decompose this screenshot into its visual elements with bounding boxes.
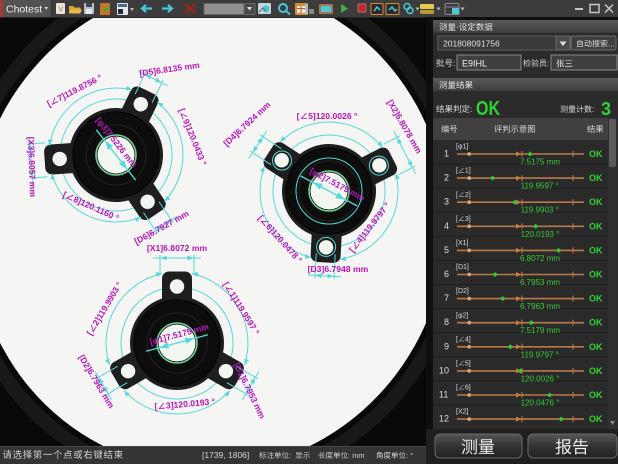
svg-text:·: · [456,22,459,32]
svg-text:OK: OK [589,318,603,328]
svg-text:3: 3 [601,99,611,119]
svg-text:[: [ [456,361,458,368]
svg-text:OK: OK [589,390,603,400]
svg-text:OK: OK [476,97,500,119]
svg-text:[D2]: [D2] [456,288,469,295]
svg-text:: mm: : mm [348,451,365,460]
svg-text:5]120.0026 °: 5]120.0026 ° [308,111,358,121]
svg-text:2]: 2] [465,192,471,199]
svg-text:[: [ [456,336,458,343]
svg-text:119.9597 °: 119.9597 ° [521,182,559,191]
svg-text:119.9903 °: 119.9903 ° [521,206,559,215]
svg-text:OK: OK [589,149,603,159]
svg-text:E9IHL: E9IHL [462,59,487,69]
svg-text:5: 5 [444,245,449,255]
svg-text:3]: 3] [465,216,471,223]
svg-text:4]: 4] [465,336,471,343]
svg-text:[D1]: [D1] [456,264,469,271]
svg-text:[X1]: [X1] [456,240,469,247]
svg-text:V: V [59,7,64,14]
svg-text:[D3]6.7948 mm: [D3]6.7948 mm [308,264,369,274]
svg-text:OK: OK [589,270,603,280]
svg-text:120.0476 °: 120.0476 ° [521,399,560,408]
svg-text:3: 3 [444,197,449,207]
svg-text:: °: : ° [406,451,413,460]
svg-text:6]: 6] [465,385,471,392]
svg-text:OK: OK [589,414,603,424]
svg-text:1: 1 [444,149,449,159]
svg-text:7.5179 mm: 7.5179 mm [520,326,560,335]
svg-text:OK: OK [589,342,603,352]
svg-text:1]: 1] [465,168,471,175]
svg-text:120.0193 °: 120.0193 ° [521,230,560,239]
svg-text:6: 6 [444,269,449,279]
svg-text::: : [453,58,455,68]
svg-text:[X2]: [X2] [456,409,469,416]
svg-text::: : [470,104,472,114]
svg-text:OK: OK [589,221,603,231]
svg-text::: : [289,451,291,460]
svg-text:12: 12 [439,414,449,424]
svg-text:5]: 5] [465,361,471,368]
svg-text:201808091756: 201808091756 [443,39,500,49]
svg-text:10: 10 [439,365,449,375]
svg-text:[: [ [297,111,300,121]
svg-text:8: 8 [444,317,449,327]
svg-text:7: 7 [444,293,449,303]
svg-text:119.9797 °: 119.9797 ° [521,350,559,359]
svg-text:9: 9 [444,341,449,351]
svg-text:[: [ [456,216,458,223]
svg-text:OK: OK [589,366,603,376]
svg-text:[φ2]: [φ2] [456,312,468,319]
svg-text:6.8072 mm: 6.8072 mm [520,254,560,263]
svg-text:OK: OK [589,245,603,255]
svg-text:OK: OK [589,197,603,207]
svg-text:[: [ [456,385,458,392]
svg-text:[X3]6.8057 mm: [X3]6.8057 mm [26,137,38,198]
svg-text:6.7963 mm: 6.7963 mm [520,302,560,311]
svg-text:...: ... [608,40,615,49]
svg-text:[X1]6.8072 mm: [X1]6.8072 mm [147,243,208,253]
svg-text:Chotest: Chotest [6,4,42,16]
svg-text:2: 2 [444,173,449,183]
svg-text:7.5175 mm: 7.5175 mm [520,158,560,167]
svg-text:OK: OK [589,173,603,183]
svg-text:120.0026 °: 120.0026 ° [521,374,560,383]
svg-text:4: 4 [444,221,449,231]
svg-text:6.7953 mm: 6.7953 mm [520,278,560,287]
svg-text:11: 11 [439,390,448,400]
svg-text:[: [ [456,192,458,199]
svg-text:[φ1]: [φ1] [456,144,468,151]
svg-text:[1739, 1806]: [1739, 1806] [202,450,249,460]
svg-text:[: [ [456,168,458,175]
svg-text::: : [547,59,549,68]
svg-text:OK: OK [589,294,603,304]
svg-text::: : [592,105,594,114]
